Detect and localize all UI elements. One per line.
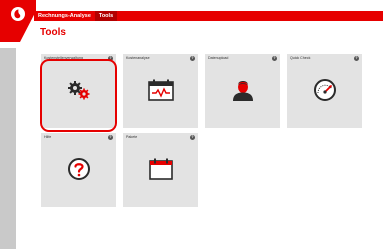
left-rail: [0, 48, 16, 249]
breadcrumb-rechnungs-analyse[interactable]: Rechnungs-Analyse: [34, 11, 95, 21]
breadcrumb-bar: Rechnungs-Analyse Tools: [34, 11, 383, 21]
question-icon: [67, 158, 90, 180]
vodafone-logo: [0, 0, 36, 42]
info-icon[interactable]: ?: [108, 56, 113, 61]
tile-label: Datenupload: [208, 56, 229, 60]
info-icon[interactable]: ?: [190, 56, 195, 61]
info-icon[interactable]: ?: [190, 135, 195, 140]
info-icon[interactable]: ?: [272, 56, 277, 61]
tile-quick-check[interactable]: Quick Check ?: [287, 54, 362, 128]
gears-icon: [67, 81, 89, 100]
page-title: Tools: [40, 27, 66, 38]
tile-label: Pakete: [126, 135, 138, 139]
tile-label: Quick Check: [290, 56, 311, 60]
tile-label: Hilfe: [44, 135, 52, 139]
tile-datenupload[interactable]: Datenupload ?: [205, 54, 280, 128]
breadcrumb-tools[interactable]: Tools: [94, 11, 118, 21]
speedometer-icon: [313, 79, 336, 101]
tile-hilfe[interactable]: Hilfe ?: [41, 133, 116, 207]
calendar-icon: [148, 158, 173, 180]
tile-kostenstellenverwaltung[interactable]: Kostenstellenverwaltung ?: [41, 54, 116, 128]
tile-label: Kostenanalyse: [126, 56, 150, 60]
tile-label: Kostenstellenverwaltung: [44, 56, 83, 60]
info-icon[interactable]: ?: [354, 56, 359, 61]
user-icon: [232, 81, 253, 101]
tile-kostenanalyse[interactable]: Kostenanalyse ?: [123, 54, 198, 128]
info-icon[interactable]: ?: [108, 135, 113, 140]
tile-pakete[interactable]: Pakete ?: [123, 133, 198, 207]
calendar-chart-icon: [147, 79, 174, 101]
